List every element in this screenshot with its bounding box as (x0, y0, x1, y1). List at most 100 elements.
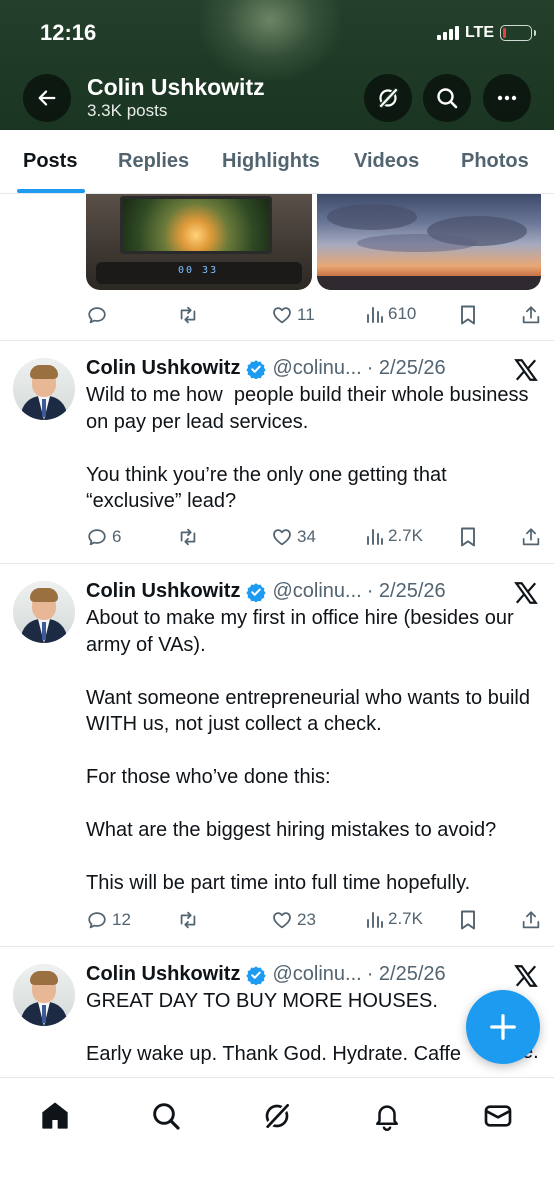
bookmark-icon (461, 527, 475, 547)
share-icon (522, 911, 540, 929)
bottom-nav (0, 1077, 554, 1200)
tweet-text: About to make my first in office hire (b… (86, 607, 530, 894)
profile-tabs: Posts Replies Highlights Videos Photos (0, 130, 554, 194)
status-indicators: LTE (436, 24, 536, 42)
nav-notifications[interactable] (363, 1094, 411, 1138)
share-button[interactable] (520, 526, 542, 548)
reply-button[interactable]: 12 (86, 909, 131, 931)
network-label: LTE (464, 24, 494, 41)
bookmark-button[interactable] (458, 909, 478, 931)
reply-button[interactable] (86, 304, 108, 326)
like-button[interactable]: 34 (271, 526, 316, 548)
tweet-card[interactable]: Colin Ushkowitz @colinu... · 2/25/26 Abo… (0, 564, 554, 947)
avatar[interactable] (13, 581, 75, 643)
tab-videos[interactable]: Videos (354, 150, 419, 173)
battery-icon (500, 25, 536, 41)
nav-messages[interactable] (474, 1094, 522, 1138)
repost-button[interactable] (176, 909, 200, 931)
reply-icon (88, 307, 106, 324)
back-button[interactable] (23, 74, 71, 122)
repost-icon (180, 306, 196, 324)
author-name[interactable]: Colin Ushkowitz (86, 357, 240, 380)
views-button[interactable]: 2.7K (366, 909, 423, 929)
reply-count: 6 (112, 527, 122, 546)
views-icon (367, 912, 383, 928)
grok-button[interactable] (364, 74, 412, 122)
active-tab-indicator (17, 189, 85, 193)
bookmark-icon (461, 305, 475, 325)
like-button[interactable]: 11 (271, 304, 315, 326)
treadmill-display: 00 33 (178, 265, 219, 276)
heart-icon (273, 529, 291, 546)
city-skyline (317, 276, 541, 290)
verified-badge-icon (246, 965, 267, 985)
tweet-text: Wild to me how people build their whole … (86, 384, 529, 512)
view-count: 610 (388, 304, 417, 323)
view-count: 2.7K (388, 526, 423, 545)
like-button[interactable]: 23 (271, 909, 316, 931)
partial-post-actions: 11 610 (86, 304, 542, 328)
post-count: 3.3K posts (87, 101, 168, 120)
arrow-left-icon (38, 90, 56, 106)
bookmark-icon (461, 910, 475, 930)
author-handle[interactable]: @colinu... (272, 963, 361, 986)
status-time: 12:16 (40, 20, 97, 45)
avatar[interactable] (13, 358, 75, 420)
nav-grok[interactable] (253, 1094, 301, 1138)
like-count: 23 (297, 910, 316, 929)
repost-button[interactable] (176, 304, 200, 326)
views-button[interactable]: 2.7K (366, 526, 423, 546)
repost-button[interactable] (176, 526, 200, 548)
tab-highlights[interactable]: Highlights (222, 150, 320, 173)
profile-name: Colin Ushkowitz (87, 74, 265, 100)
reply-count: 12 (112, 910, 131, 929)
mail-icon (484, 1105, 512, 1127)
grok-icon (378, 87, 399, 109)
share-button[interactable] (520, 909, 542, 931)
treadmill-screen (120, 196, 272, 254)
reply-icon (88, 529, 106, 546)
views-icon (367, 529, 383, 545)
tweet-text: GREAT DAY TO BUY MORE HOUSES. Early wake… (86, 990, 462, 1065)
tab-replies[interactable]: Replies (118, 150, 189, 173)
tweet-date: · 2/25/26 (366, 580, 446, 602)
reply-button[interactable]: 6 (86, 526, 121, 548)
tweet-date: · 2/25/26 (366, 963, 446, 985)
share-icon (522, 528, 540, 546)
tweet-actions: 12 23 2.7K (86, 909, 542, 933)
tab-posts[interactable]: Posts (23, 150, 77, 173)
like-count: 34 (297, 527, 316, 546)
avatar[interactable] (13, 964, 75, 1026)
view-count: 2.7K (388, 909, 423, 928)
share-button[interactable] (520, 304, 542, 326)
compose-button[interactable] (466, 990, 540, 1064)
verified-badge-icon (246, 359, 267, 379)
heart-icon (273, 912, 291, 929)
post-image-treadmill[interactable]: 00 33 (86, 194, 312, 290)
author-handle[interactable]: @colinu... (272, 357, 361, 380)
bookmark-button[interactable] (458, 526, 478, 548)
tweet-card[interactable]: Colin Ushkowitz @colinu... · 2/25/26 Wil… (0, 341, 554, 564)
search-button[interactable] (423, 74, 471, 122)
search-icon (153, 1103, 180, 1130)
nav-home[interactable] (31, 1094, 79, 1138)
repost-icon (180, 528, 196, 546)
like-count: 11 (297, 305, 315, 324)
tweet-actions: 6 34 2.7K (86, 526, 542, 550)
author-handle[interactable]: @colinu... (272, 580, 361, 603)
nav-search[interactable] (142, 1094, 190, 1138)
tweet-header: Colin Ushkowitz @colinu... · 2/25/26 (86, 963, 446, 986)
bell-icon (376, 1105, 398, 1131)
author-name[interactable]: Colin Ushkowitz (86, 580, 240, 603)
author-name[interactable]: Colin Ushkowitz (86, 963, 240, 986)
tweet-header: Colin Ushkowitz @colinu... · 2/25/26 (86, 357, 446, 380)
views-button[interactable]: 610 (366, 304, 416, 324)
tweet-date: · 2/25/26 (366, 357, 446, 379)
tweet-header: Colin Ushkowitz @colinu... · 2/25/26 (86, 580, 446, 603)
signal-icon (436, 26, 459, 40)
tab-photos[interactable]: Photos (461, 150, 529, 173)
share-icon (522, 306, 540, 324)
post-image-sunset[interactable] (317, 194, 541, 290)
more-button[interactable] (483, 74, 531, 122)
bookmark-button[interactable] (458, 304, 478, 326)
